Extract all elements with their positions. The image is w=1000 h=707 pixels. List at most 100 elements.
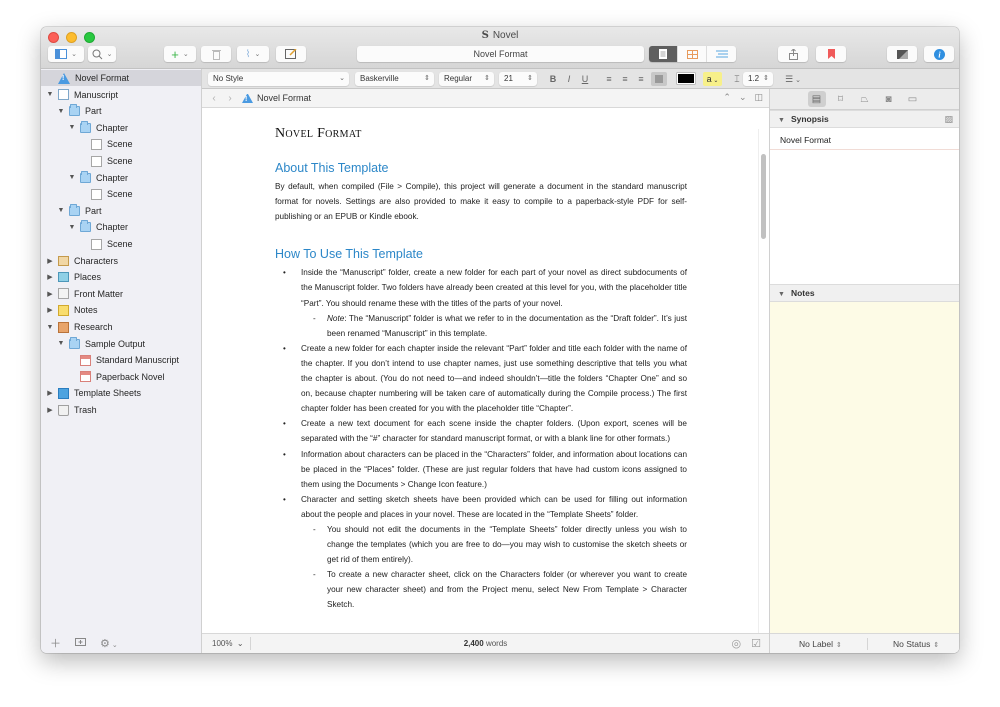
paragraph-style-popup[interactable]: No Style ⌄ xyxy=(208,72,349,86)
add-button[interactable]: + ⌄ xyxy=(164,46,196,62)
inspector-button[interactable]: i xyxy=(924,46,954,62)
disclosure-closed-icon[interactable]: ▶ xyxy=(45,306,55,314)
disclosure-open-icon[interactable]: ▼ xyxy=(67,224,77,231)
document-body[interactable]: Novel Format About This Template By defa… xyxy=(275,109,687,613)
disclosure-open-icon[interactable]: ▼ xyxy=(56,340,66,347)
outliner-view-button[interactable] xyxy=(707,46,736,62)
disclosure-closed-icon[interactable]: ▶ xyxy=(45,290,55,298)
disclosure-closed-icon[interactable]: ▶ xyxy=(45,273,55,281)
bullet-text: Character and setting sketch sheets have… xyxy=(301,494,687,519)
disclosure-open-icon[interactable]: ▼ xyxy=(45,324,55,331)
image-icon[interactable]: ▨ xyxy=(944,111,953,127)
font-size-popup[interactable]: 21 ⇕ xyxy=(499,72,537,86)
vertical-scrollbar[interactable] xyxy=(758,129,769,633)
binder-item[interactable]: ▼ Part xyxy=(41,203,201,219)
trash-icon xyxy=(211,49,221,60)
scrollbar-thumb[interactable] xyxy=(761,154,766,239)
font-weight-popup[interactable]: Regular ⇕ xyxy=(439,72,494,86)
next-document-icon[interactable]: ⌄ xyxy=(739,92,747,103)
delete-button[interactable] xyxy=(201,46,231,62)
add-folder-button[interactable] xyxy=(75,637,86,649)
binder-settings-button[interactable]: ⚙ ⌄ xyxy=(100,637,118,650)
tab-comments[interactable]: ▭ xyxy=(904,91,922,107)
binder-item[interactable]: ▼ Chapter xyxy=(41,170,201,186)
label-popup[interactable]: No Label ⇕ xyxy=(799,639,842,649)
notes-text-area[interactable] xyxy=(770,302,959,633)
binder-item[interactable]: ▼ Chapter xyxy=(41,120,201,136)
binder-item[interactable]: ▶ Trash xyxy=(41,402,201,418)
notes-header[interactable]: ▼ Notes xyxy=(770,284,959,302)
synopsis-title-field[interactable]: Novel Format xyxy=(770,130,959,150)
disclosure-closed-icon[interactable]: ▶ xyxy=(45,406,55,414)
binder-item[interactable]: Scene xyxy=(41,236,201,252)
binder-item[interactable]: ▶ Characters xyxy=(41,253,201,269)
comment-checkmark-icon[interactable]: ☑ xyxy=(751,637,761,650)
binder-item[interactable]: ▼ Part xyxy=(41,103,201,119)
disclosure-open-icon[interactable]: ▼ xyxy=(45,91,55,98)
binder-item[interactable]: Scene xyxy=(41,186,201,202)
align-justify-button[interactable] xyxy=(651,72,667,86)
previous-document-icon[interactable]: ⌃ xyxy=(723,92,731,103)
disclosure-open-icon[interactable]: ▼ xyxy=(56,207,66,214)
status-popup[interactable]: No Status ⇕ xyxy=(893,639,939,649)
tab-snapshots[interactable]: ◙ xyxy=(880,91,898,107)
inspector-tabs: ▤ ⌑ ⏢ ◙ ▭ xyxy=(770,89,959,110)
disclosure-closed-icon[interactable]: ▶ xyxy=(45,389,55,397)
binder-item[interactable]: Standard Manuscript xyxy=(41,352,201,368)
split-editor-icon[interactable]: ◫ xyxy=(754,92,763,103)
line-spacing-popup[interactable]: 1.2 ⇕ xyxy=(743,72,773,86)
synopsis-text-area[interactable] xyxy=(770,151,959,284)
bullet-text: : The “Manuscript” folder is what we ref… xyxy=(327,313,687,338)
list-style-button[interactable]: ☰ ⌄ xyxy=(782,72,804,86)
tab-metadata[interactable]: ⏢ xyxy=(856,91,874,107)
scrivenings-view-button[interactable] xyxy=(649,46,678,62)
text-color-button[interactable] xyxy=(677,72,695,86)
document-scroll-area[interactable]: Novel Format About This Template By defa… xyxy=(202,109,769,633)
view-layout-button[interactable]: ⌄ xyxy=(48,46,84,62)
document-title-field[interactable]: Novel Format xyxy=(357,46,644,62)
highlight-color-button[interactable]: a ⌄ xyxy=(703,72,722,86)
binder-item[interactable]: Scene xyxy=(41,136,201,152)
corkboard-view-button[interactable] xyxy=(678,46,707,62)
binder-item[interactable]: ▼ Chapter xyxy=(41,219,201,235)
notepad-icon: ▤ xyxy=(811,93,822,105)
tab-bookmarks[interactable]: ⌑ xyxy=(832,91,850,107)
align-right-button[interactable]: ≡ xyxy=(636,72,646,86)
disclosure-open-icon[interactable]: ▼ xyxy=(56,108,66,115)
disclosure-open-icon[interactable]: ▼ xyxy=(67,174,77,181)
binder-item[interactable]: ▼ Research xyxy=(41,319,201,335)
binder-item[interactable]: ▶ Places xyxy=(41,269,201,285)
font-family-popup[interactable]: Baskerville ⇕ xyxy=(355,72,434,86)
disclosure-open-icon[interactable]: ▼ xyxy=(67,124,77,131)
target-icon[interactable]: ◎ xyxy=(732,637,742,650)
binder-item[interactable]: Scene xyxy=(41,153,201,169)
share-button[interactable] xyxy=(778,46,808,62)
binder-item[interactable]: Novel Format xyxy=(41,70,201,86)
bold-button[interactable]: B xyxy=(548,72,558,86)
manuscript-icon xyxy=(58,89,69,101)
italic-button[interactable]: I xyxy=(564,72,574,86)
up-down-arrows-icon: ⇕ xyxy=(836,642,842,649)
binder-item[interactable]: Paperback Novel xyxy=(41,369,201,385)
back-arrow-icon[interactable]: ‹ xyxy=(208,93,220,104)
align-left-button[interactable]: ≡ xyxy=(604,72,614,86)
binder-item[interactable]: ▶ Front Matter xyxy=(41,286,201,302)
add-item-button[interactable]: ＋ xyxy=(50,635,61,651)
binder-item[interactable]: ▼ Sample Output xyxy=(41,336,201,352)
align-center-button[interactable]: ≡ xyxy=(620,72,630,86)
underline-button[interactable]: U xyxy=(580,72,590,86)
binder-item[interactable]: ▶ Notes xyxy=(41,302,201,318)
disclosure-closed-icon[interactable]: ▶ xyxy=(45,257,55,265)
binder-item[interactable]: ▶ Template Sheets xyxy=(41,385,201,401)
forward-arrow-icon[interactable]: › xyxy=(224,93,236,104)
bullet-item: Character and setting sketch sheets have… xyxy=(275,492,687,522)
editor-document-title[interactable]: Novel Format xyxy=(257,93,311,103)
search-button[interactable]: ⌄ xyxy=(88,46,116,62)
quick-reference-button[interactable] xyxy=(276,46,306,62)
binder-item[interactable]: ▼ Manuscript xyxy=(41,87,201,103)
tab-notes[interactable]: ▤ xyxy=(807,91,826,107)
synopsis-header[interactable]: ▼ Synopsis ▨ xyxy=(770,110,959,128)
composition-mode-button[interactable] xyxy=(887,46,917,62)
attach-button[interactable]: ⌇ ⌄ xyxy=(237,46,269,62)
bookmarks-button[interactable] xyxy=(816,46,846,62)
